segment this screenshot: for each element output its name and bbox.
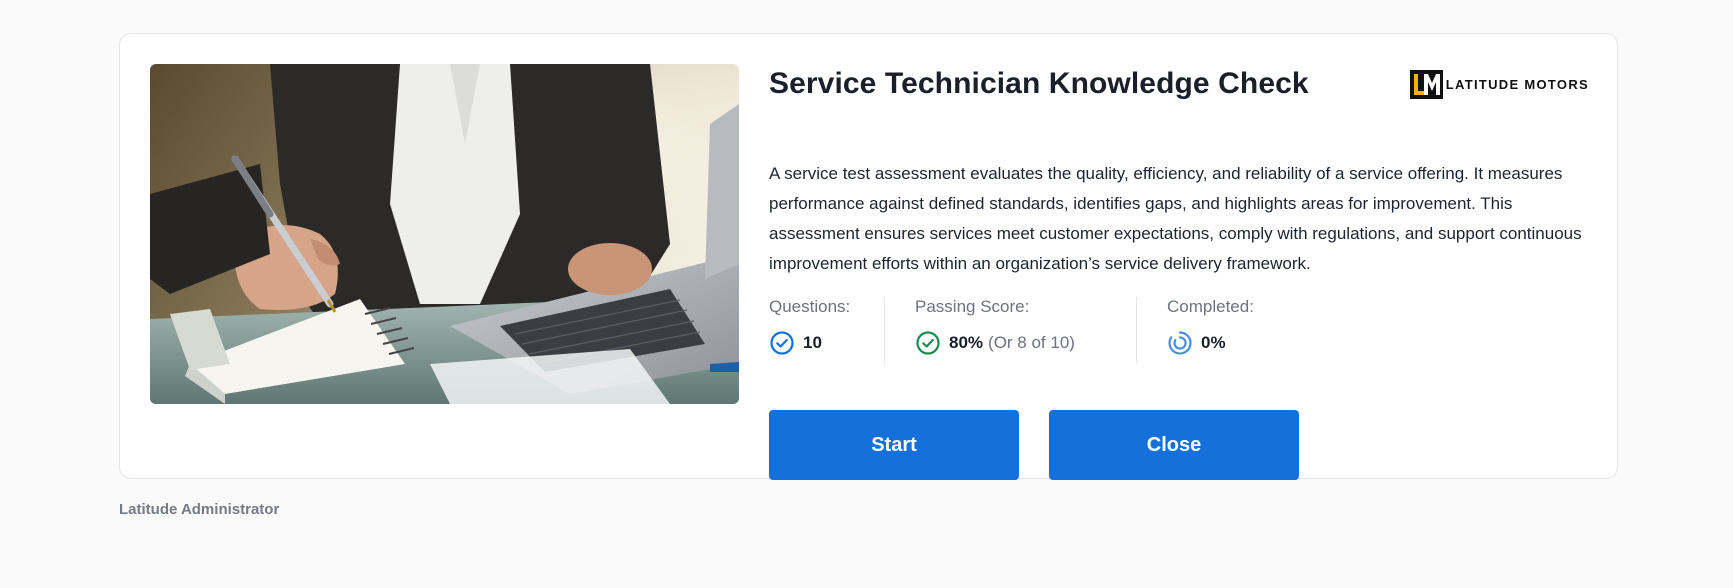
assessment-stats: Questions: 10 Passing Score: 80% (Or 8 o… bbox=[769, 297, 1317, 363]
stat-passing-score-label: Passing Score: bbox=[915, 297, 1030, 316]
stat-completed: Completed: 0% bbox=[1136, 297, 1317, 363]
check-circle-icon bbox=[916, 331, 940, 355]
footer-owner: Latitude Administrator bbox=[119, 501, 280, 518]
brand-logo-mark bbox=[1409, 70, 1443, 99]
stat-completed-label: Completed: bbox=[1167, 297, 1254, 316]
stat-questions: Questions: 10 bbox=[769, 297, 884, 363]
stat-passing-score-value: 80% bbox=[949, 333, 984, 352]
stat-passing-score: Passing Score: 80% (Or 8 of 10) bbox=[884, 297, 1136, 363]
page-title: Service Technician Knowledge Check bbox=[769, 67, 1309, 100]
close-button[interactable]: Close bbox=[1049, 410, 1299, 480]
stat-passing-score-value-row: 80% (Or 8 of 10) bbox=[915, 330, 1106, 356]
stat-completed-value-row: 0% bbox=[1167, 330, 1287, 356]
brand-logo: LATITUDE MOTORS bbox=[1409, 70, 1589, 99]
stat-passing-score-detail: (Or 8 of 10) bbox=[988, 333, 1075, 352]
assessment-actions: Start Close bbox=[769, 410, 1299, 480]
assessment-image bbox=[150, 64, 739, 404]
assessment-card: Service Technician Knowledge Check LATIT… bbox=[119, 33, 1618, 480]
progress-ring-icon bbox=[1168, 331, 1192, 355]
stat-completed-value: 0% bbox=[1201, 333, 1226, 352]
check-circle-icon bbox=[770, 331, 794, 355]
stat-questions-label: Questions: bbox=[769, 297, 851, 316]
stat-questions-value: 10 bbox=[803, 333, 822, 352]
assessment-description: A service test assessment evaluates the … bbox=[769, 164, 1582, 273]
start-button[interactable]: Start bbox=[769, 410, 1019, 480]
stat-questions-value-row: 10 bbox=[769, 330, 854, 356]
brand-logo-text: LATITUDE MOTORS bbox=[1445, 77, 1589, 92]
